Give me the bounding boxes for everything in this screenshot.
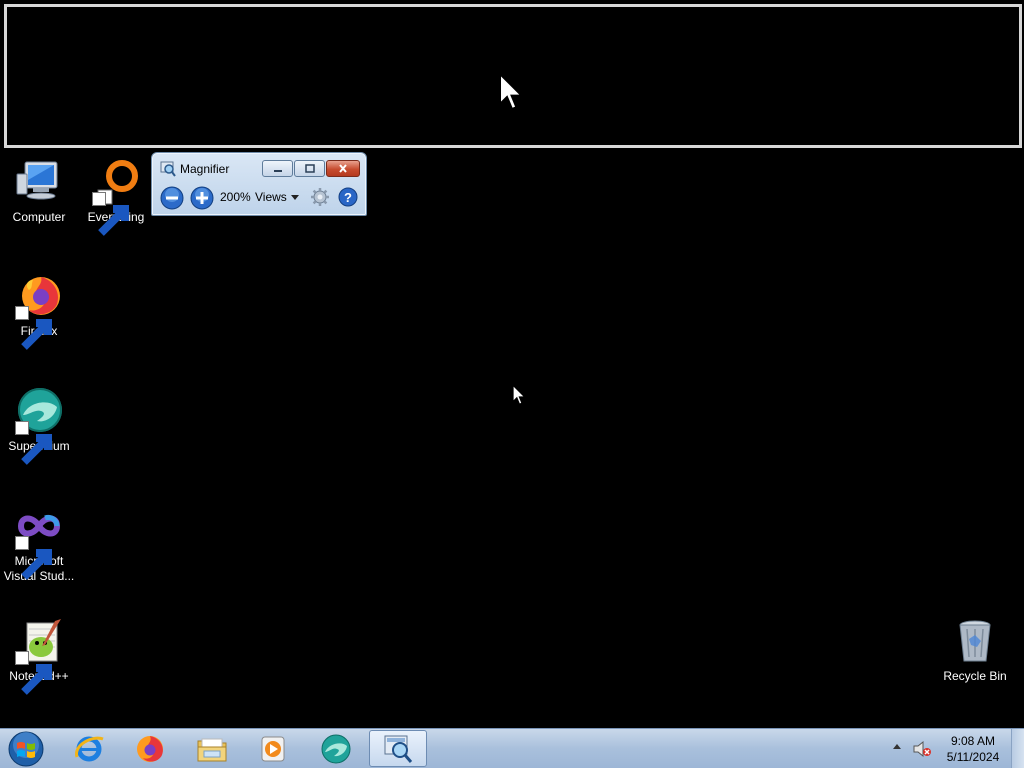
minimize-button[interactable] (262, 160, 293, 177)
magnifier-toolbar: 200% Views ? (152, 183, 366, 213)
options-button[interactable] (310, 187, 330, 207)
computer-icon (15, 158, 63, 206)
zoom-level-label: 200% (220, 190, 251, 204)
taskbar-magnifier[interactable] (369, 730, 427, 767)
show-desktop-button[interactable] (1011, 729, 1024, 768)
magnifier-titlebar[interactable]: Magnifier (152, 153, 366, 183)
folder-icon (197, 738, 227, 761)
gear-icon (311, 188, 329, 206)
desktop-icon-notepad-plus-plus[interactable]: Notepad++ (1, 617, 77, 695)
desktop-icon-visual-studio[interactable]: Microsoft Visual Stud... (1, 502, 77, 584)
volume-muted-icon[interactable] (912, 740, 932, 758)
svg-text:?: ? (344, 190, 352, 205)
magnifier-window[interactable]: Magnifier 200% Views ? (151, 152, 367, 216)
windows-logo-icon (8, 731, 44, 767)
supermium-icon (15, 387, 63, 465)
shortcut-arrow-icon (15, 536, 52, 580)
desktop-icon-supermium[interactable]: Supermium (1, 387, 77, 465)
views-dropdown[interactable]: Views (255, 190, 299, 204)
chevron-down-icon (290, 195, 299, 201)
close-icon (339, 164, 347, 173)
zoom-out-button[interactable] (160, 186, 184, 210)
shortcut-arrow-icon (15, 306, 52, 350)
visual-studio-icon (15, 502, 63, 580)
show-hidden-icons-button[interactable] (893, 744, 901, 749)
internet-explorer-icon (75, 736, 104, 761)
taskbar-internet-explorer[interactable] (60, 730, 118, 767)
desktop-icon-computer[interactable]: Computer (1, 158, 77, 225)
desktop-icon-label: Recycle Bin (943, 669, 1007, 683)
everything-search-icon (92, 158, 140, 236)
firefox-icon (137, 735, 163, 762)
recycle-bin-icon (951, 617, 999, 665)
clock-date: 5/11/2024 (946, 750, 1000, 764)
shortcut-arrow-icon (15, 421, 52, 465)
taskbar-supermium[interactable] (307, 730, 365, 767)
help-icon: ? (338, 187, 358, 207)
taskbar-clock[interactable]: 9:08 AM 5/11/2024 (940, 733, 1006, 765)
notepad-plus-plus-icon (15, 617, 63, 695)
taskbar-media-player[interactable] (244, 730, 302, 767)
supermium-icon (321, 734, 351, 763)
shortcut-arrow-icon (15, 651, 52, 695)
desktop-icon-label: Computer (12, 210, 66, 224)
magnifier-icon (384, 735, 413, 763)
magnifier-icon (160, 161, 176, 177)
maximize-icon (304, 164, 315, 173)
magnifier-title: Magnifier (180, 162, 230, 176)
desktop-icon-firefox[interactable]: Firefox (1, 272, 77, 350)
zoom-in-button[interactable] (190, 186, 214, 210)
taskbar-file-explorer[interactable] (183, 730, 241, 767)
help-button[interactable]: ? (338, 187, 358, 207)
maximize-button[interactable] (294, 160, 325, 177)
desktop-icon-recycle-bin[interactable]: Recycle Bin (937, 617, 1013, 684)
taskbar-firefox[interactable] (121, 730, 179, 767)
start-button[interactable] (6, 730, 46, 768)
close-button[interactable] (326, 160, 360, 177)
views-label: Views (255, 190, 287, 204)
shortcut-arrow-icon (92, 192, 129, 236)
clock-time: 9:08 AM (950, 734, 996, 748)
magnifier-lens-pane (0, 0, 1024, 150)
taskbar: 9:08 AM 5/11/2024 (0, 728, 1024, 768)
minimize-icon (273, 169, 282, 172)
mouse-cursor-icon (512, 384, 526, 405)
firefox-icon (15, 272, 63, 350)
desktop-icon-everything[interactable]: Everything (78, 158, 154, 236)
magnified-cursor-icon (499, 72, 524, 111)
media-player-icon (261, 736, 285, 761)
